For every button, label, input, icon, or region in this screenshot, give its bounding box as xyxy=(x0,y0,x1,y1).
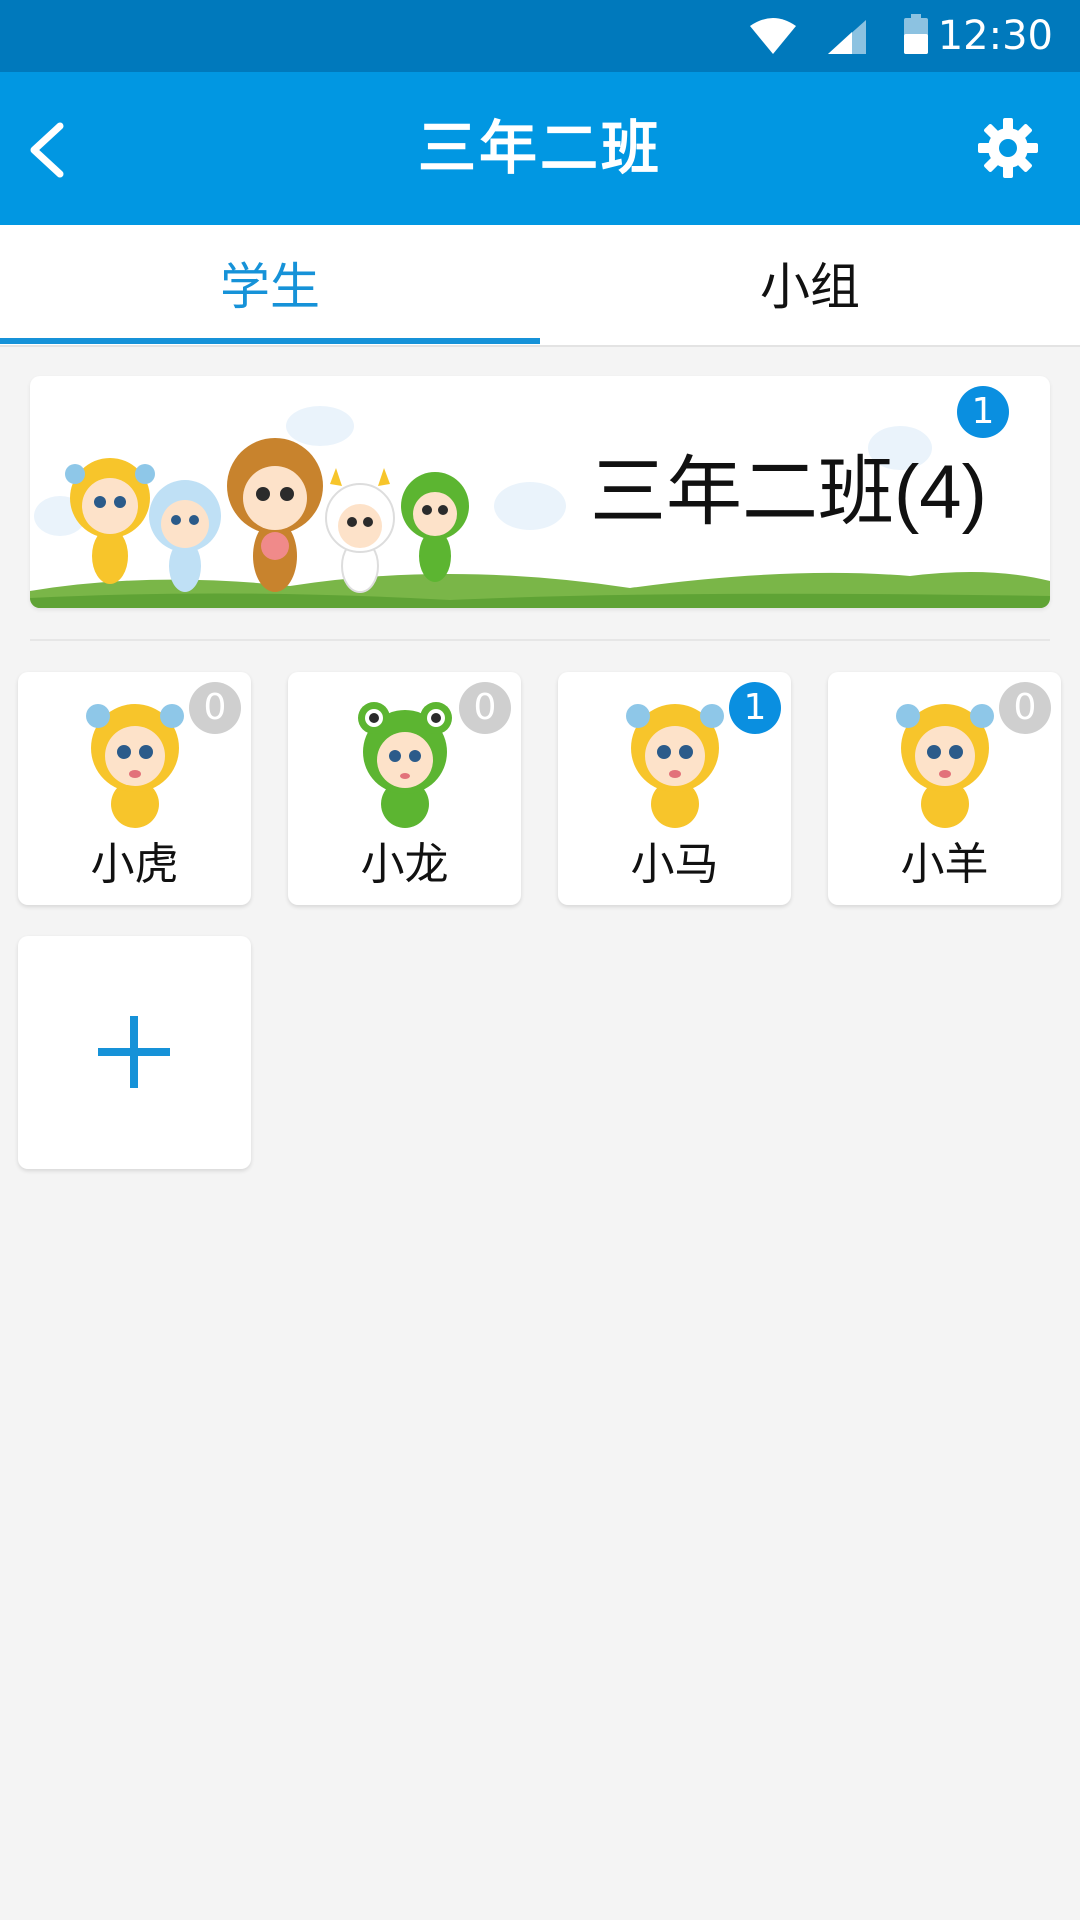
class-banner-badge: 1 xyxy=(957,386,1009,438)
divider xyxy=(30,639,1050,641)
student-badge: 0 xyxy=(999,682,1051,734)
class-banner[interactable]: 三年二班(4) xyxy=(30,376,1050,608)
tab-bar: 学生 小组 xyxy=(0,225,1080,347)
status-bar: 12:30 xyxy=(0,0,1080,72)
student-card[interactable]: 0 小龙 xyxy=(288,672,521,905)
student-name: 小龙 xyxy=(360,839,449,890)
settings-button[interactable] xyxy=(976,116,1040,180)
tab-students[interactable]: 学生 xyxy=(0,225,540,345)
tiger-avatar-icon xyxy=(86,704,184,828)
status-time: 12:30 xyxy=(937,13,1053,59)
add-student-button[interactable] xyxy=(18,936,251,1169)
class-banner-title: 三年二班(4) xyxy=(590,450,987,535)
gear-icon xyxy=(978,118,1038,178)
tab-groups[interactable]: 小组 xyxy=(540,225,1080,345)
student-card[interactable]: 1 小马 xyxy=(558,672,791,905)
student-badge: 1 xyxy=(729,682,781,734)
app-bar: 三年二班 xyxy=(0,72,1080,225)
plus-icon xyxy=(98,1016,170,1088)
battery-icon xyxy=(904,14,928,54)
page-title: 三年二班 xyxy=(417,114,662,182)
student-card[interactable]: 0 小虎 xyxy=(18,672,251,905)
student-name: 小虎 xyxy=(90,839,179,890)
student-name: 小羊 xyxy=(900,839,989,890)
frog-avatar-icon xyxy=(358,702,452,828)
student-badge: 0 xyxy=(189,682,241,734)
tab-indicator xyxy=(0,338,540,344)
tiger-avatar-icon xyxy=(626,704,724,828)
wifi-icon xyxy=(750,18,796,54)
student-card[interactable]: 0 小羊 xyxy=(828,672,1061,905)
student-name: 小马 xyxy=(630,839,719,890)
tiger-avatar-icon xyxy=(896,704,994,828)
signal-icon xyxy=(828,20,866,54)
student-badge: 0 xyxy=(459,682,511,734)
